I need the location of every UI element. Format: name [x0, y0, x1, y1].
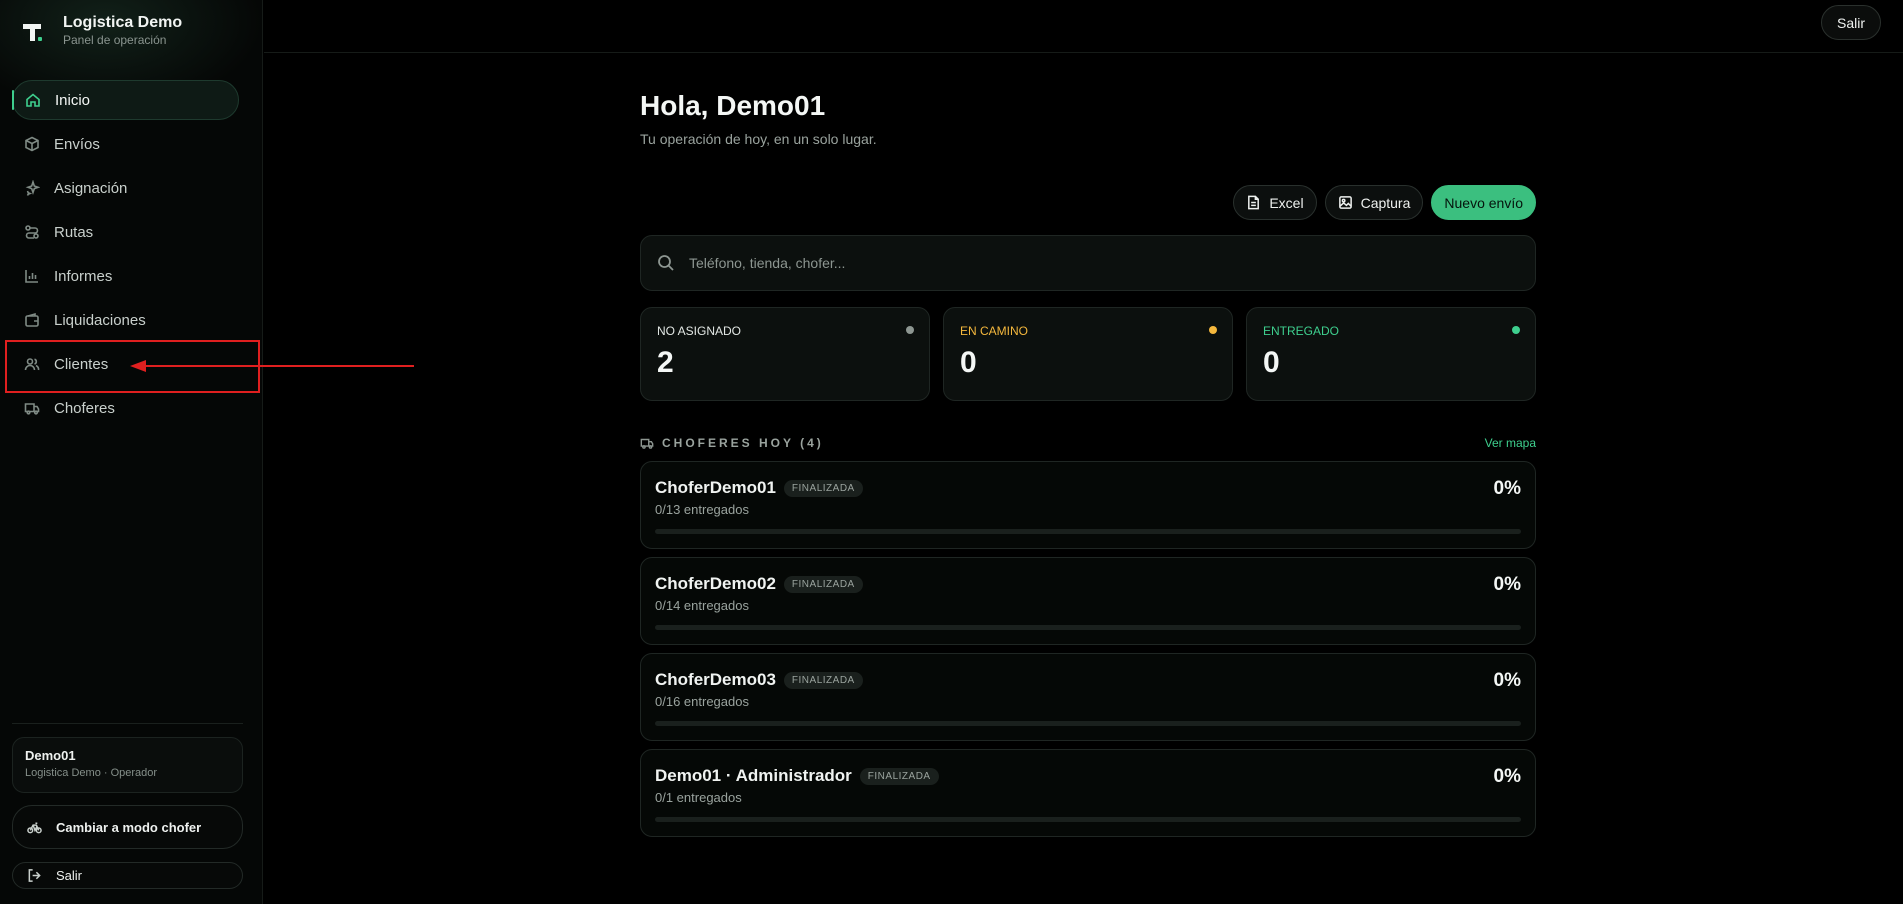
- sidebar-item-choferes[interactable]: Choferes: [12, 388, 239, 428]
- brand-logo-icon: [23, 23, 42, 41]
- stat-label: EN CAMINO: [960, 324, 1029, 338]
- sidebar-item-label: Asignación: [54, 179, 128, 197]
- sidebar-item-label: Liquidaciones: [54, 311, 146, 329]
- sidebar-item-label: Clientes: [54, 355, 109, 373]
- status-dot: [1512, 326, 1520, 334]
- stat-label: ENTREGADO: [1263, 324, 1340, 338]
- stat-label: NO ASIGNADO: [657, 324, 742, 338]
- package-icon: [24, 136, 40, 152]
- sidebar-item-envios[interactable]: Envíos: [12, 124, 239, 164]
- capture-button[interactable]: Captura: [1324, 185, 1424, 220]
- users-icon: [24, 356, 40, 372]
- status-dot: [1209, 326, 1217, 334]
- sidebar-item-label: Rutas: [54, 223, 94, 241]
- bicycle-icon: [27, 822, 42, 833]
- excel-label: Excel: [1269, 194, 1304, 211]
- progress-bar: [655, 721, 1521, 726]
- status-dot: [906, 326, 914, 334]
- brand[interactable]: Logistica Demo Panel de operación: [20, 14, 182, 49]
- truck-icon: [640, 438, 654, 449]
- image-icon: [1338, 196, 1352, 209]
- new-shipment-button[interactable]: Nuevo envío: [1431, 185, 1536, 220]
- capture-label: Captura: [1360, 194, 1411, 211]
- driver-delivered-count: 0/13 entregados: [655, 502, 749, 517]
- stat-card-unassigned[interactable]: NO ASIGNADO 2: [640, 307, 930, 401]
- action-buttons: Excel Captura Nuevo envío: [1233, 185, 1536, 220]
- sparkles-icon: [24, 180, 40, 196]
- progress-bar: [655, 817, 1521, 822]
- sidebar-item-label: Inicio: [55, 91, 91, 109]
- excel-button[interactable]: Excel: [1233, 185, 1317, 220]
- sidebar-item-clientes[interactable]: Clientes: [12, 344, 239, 384]
- bar-chart-icon: [24, 268, 40, 284]
- driver-percent: 0%: [1493, 478, 1521, 499]
- driver-percent: 0%: [1493, 670, 1521, 691]
- topbar: Salir: [264, 0, 1903, 53]
- search-input[interactable]: [689, 255, 1509, 271]
- route-icon: [24, 224, 40, 240]
- stat-card-delivered[interactable]: ENTREGADO 0: [1246, 307, 1536, 401]
- driver-delivered-count: 0/16 entregados: [655, 694, 749, 709]
- file-icon: [1248, 195, 1260, 210]
- logout-button[interactable]: Salir: [1820, 5, 1881, 40]
- main-content: Hola, Demo01 Tu operación de hoy, en un …: [640, 85, 1536, 837]
- page-subtitle: Tu operación de hoy, en un solo lugar.: [640, 131, 877, 147]
- user-name: Demo01: [25, 748, 76, 763]
- drivers-section-title: CHOFERES HOY (4): [662, 436, 824, 450]
- sidebar-item-label: Envíos: [54, 135, 100, 153]
- driver-percent: 0%: [1493, 574, 1521, 595]
- sidebar-item-asignacion[interactable]: Asignación: [12, 168, 239, 208]
- sidebar-item-informes[interactable]: Informes: [12, 256, 239, 296]
- progress-bar: [655, 625, 1521, 630]
- drivers-section-header: CHOFERES HOY (4) Ver mapa: [640, 433, 1536, 453]
- driver-delivered-count: 0/14 entregados: [655, 598, 749, 613]
- driver-name: ChoferDemo03: [655, 670, 776, 689]
- sidebar-logout-button[interactable]: Salir: [12, 862, 243, 889]
- status-badge: FINALIZADA: [783, 479, 863, 497]
- switch-driver-mode-label: Cambiar a modo chofer: [56, 819, 202, 835]
- driver-delivered-count: 0/1 entregados: [655, 790, 742, 805]
- sidebar-item-label: Choferes: [54, 399, 115, 417]
- brand-name: Logistica Demo: [63, 14, 183, 31]
- sidebar: Logistica Demo Panel de operación Inicio…: [0, 0, 263, 904]
- status-badge: FINALIZADA: [783, 575, 863, 593]
- driver-card[interactable]: ChoferDemo03 FINALIZADA 0/16 entregados …: [640, 653, 1536, 741]
- sidebar-item-inicio[interactable]: Inicio: [12, 80, 239, 120]
- sidebar-item-liquidaciones[interactable]: Liquidaciones: [12, 300, 239, 340]
- wallet-icon: [24, 312, 40, 328]
- driver-list: ChoferDemo01 FINALIZADA 0/13 entregados …: [640, 461, 1536, 845]
- stats-row: NO ASIGNADO 2 EN CAMINO 0 ENTREGADO 0: [640, 307, 1536, 401]
- home-icon: [25, 92, 41, 108]
- stat-value: 0: [1263, 346, 1280, 379]
- driver-card[interactable]: Demo01 · Administrador FINALIZADA 0/1 en…: [640, 749, 1536, 837]
- stat-card-in-transit[interactable]: EN CAMINO 0: [943, 307, 1233, 401]
- driver-card[interactable]: ChoferDemo01 FINALIZADA 0/13 entregados …: [640, 461, 1536, 549]
- driver-percent: 0%: [1493, 766, 1521, 787]
- page-title: Hola, Demo01: [640, 90, 826, 121]
- driver-card[interactable]: ChoferDemo02 FINALIZADA 0/14 entregados …: [640, 557, 1536, 645]
- app: Logistica Demo Panel de operación Inicio…: [0, 0, 1903, 904]
- user-role: Logistica Demo · Operador: [25, 767, 158, 779]
- driver-name: ChoferDemo02: [655, 574, 776, 593]
- stat-value: 2: [657, 346, 674, 379]
- sidebar-nav: Inicio Envíos Asignación Rutas Informes …: [12, 80, 239, 432]
- user-card[interactable]: Demo01 Logistica Demo · Operador: [12, 737, 243, 793]
- search-icon: [658, 255, 674, 271]
- sidebar-item-rutas[interactable]: Rutas: [12, 212, 239, 252]
- status-badge: FINALIZADA: [783, 671, 863, 689]
- truck-icon: [24, 400, 40, 416]
- view-map-link[interactable]: Ver mapa: [1485, 436, 1536, 450]
- search-bar: [640, 235, 1536, 291]
- driver-name: Demo01 · Administrador: [655, 766, 852, 785]
- stat-value: 0: [960, 346, 977, 379]
- brand-subtitle: Panel de operación: [63, 33, 167, 47]
- logout-icon: [28, 869, 41, 882]
- status-badge: FINALIZADA: [859, 767, 939, 785]
- sidebar-item-label: Informes: [54, 267, 113, 285]
- sidebar-divider: [12, 723, 243, 724]
- progress-bar: [655, 529, 1521, 534]
- switch-driver-mode-button[interactable]: Cambiar a modo chofer: [12, 805, 243, 849]
- driver-name: ChoferDemo01: [655, 478, 776, 497]
- sidebar-logout-label: Salir: [56, 868, 83, 883]
